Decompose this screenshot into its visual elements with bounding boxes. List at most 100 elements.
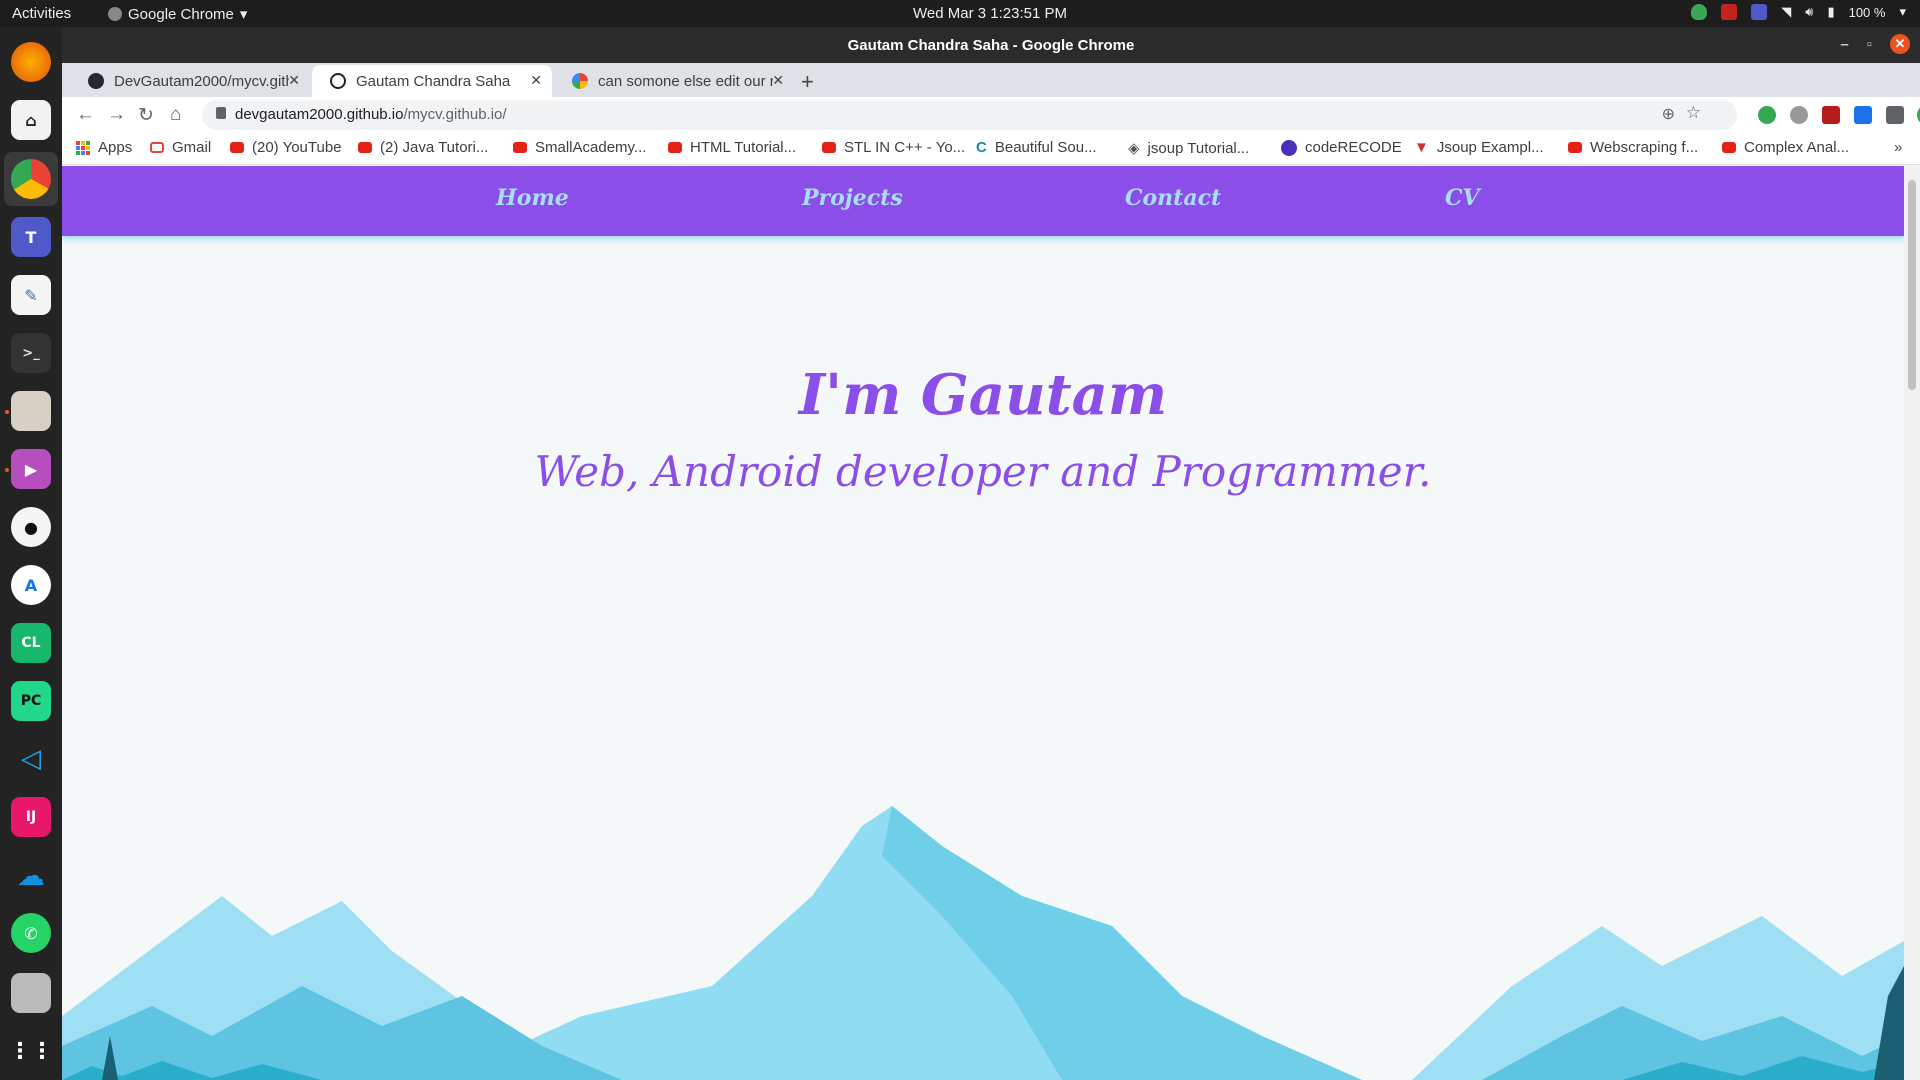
nav-cv[interactable]: CV [1445, 185, 1480, 211]
github-desktop-icon[interactable]: ● [11, 507, 51, 547]
url-text[interactable]: devgautam2000.github.io/mycv.github.io/ [235, 106, 507, 123]
video-player-icon[interactable]: ▶ [11, 449, 51, 489]
onedrive-icon[interactable]: ☁ [11, 855, 51, 895]
bookmark-webscraping[interactable]: Webscraping f... [1568, 139, 1698, 156]
bookmark-html-tutorial[interactable]: HTML Tutorial... [668, 139, 796, 156]
clock[interactable]: Wed Mar 3 1:23:51 PM [0, 5, 1920, 22]
home-icon[interactable]: ⌂ [170, 104, 181, 126]
teams-tray-icon[interactable] [1751, 4, 1768, 20]
chrome-icon[interactable] [11, 159, 51, 199]
gmail-icon [150, 142, 164, 153]
tab-gautam-chandra-saha[interactable]: Gautam Chandra Saha ✕ [312, 65, 552, 97]
intellij-icon[interactable]: IJ [11, 797, 51, 837]
bookmark-label: Jsoup Exampl... [1436, 139, 1544, 156]
extension-arrow-icon[interactable] [1854, 106, 1872, 124]
bookmark-coderecode[interactable]: codeRECODE [1281, 139, 1402, 156]
tab-google-search[interactable]: can somone else edit our repo ✕ [554, 65, 794, 97]
more-bookmarks-icon[interactable]: » [1894, 139, 1902, 156]
youtube-icon [358, 142, 372, 153]
vscode-icon[interactable]: ◁ [11, 739, 51, 779]
new-tab-icon[interactable]: + [801, 69, 814, 95]
lock-icon[interactable] [216, 107, 226, 119]
bookmark-label: HTML Tutorial... [690, 139, 797, 156]
extension-plus-icon[interactable] [1758, 106, 1776, 124]
back-icon[interactable]: ← [76, 104, 95, 126]
bookmark-label: codeRECODE [1305, 139, 1402, 156]
gmail-tray-icon[interactable] [1721, 4, 1738, 20]
youtube-icon [1568, 142, 1582, 153]
bookmark-apps[interactable]: Apps [76, 139, 132, 156]
android-studio-icon[interactable]: A [11, 565, 51, 605]
system-top-bar: Activities Google Chrome ▾ Wed Mar 3 1:2… [0, 0, 1920, 27]
github-icon [88, 73, 104, 89]
site-navbar: Home Projects Contact CV [62, 166, 1904, 236]
nav-projects[interactable]: Projects [802, 185, 903, 211]
youtube-icon [513, 142, 527, 153]
youtube-icon [822, 142, 836, 153]
ublock-icon[interactable] [1822, 106, 1840, 124]
reload-icon[interactable]: ↻ [138, 104, 154, 127]
teams-icon[interactable]: T [11, 217, 51, 257]
site-c-icon: C [976, 139, 987, 156]
bookmark-label: SmallAcademy... [535, 139, 647, 156]
shield-icon[interactable] [1691, 4, 1708, 20]
jsoup-icon: ◈ [1128, 140, 1140, 157]
extension-bug-icon[interactable] [1790, 106, 1808, 124]
tab-strip: DevGautam2000/mycv.github.io ✕ Gautam Ch… [62, 63, 1920, 97]
maximize-icon[interactable]: ▫ [1867, 36, 1872, 53]
extensions-puzzle-icon[interactable] [1886, 106, 1904, 124]
scrollbar-thumb[interactable] [1908, 180, 1916, 390]
bookmark-gmail[interactable]: Gmail [150, 139, 211, 156]
show-applications-icon[interactable]: ⋮⋮ [9, 1031, 53, 1071]
tab-close-icon[interactable]: ✕ [772, 72, 784, 89]
tab-close-icon[interactable]: ✕ [530, 72, 542, 89]
system-tray[interactable]: ◥ 🔊︎ ▮ 100 % ▾ [1691, 4, 1906, 20]
firefox-icon[interactable] [11, 42, 51, 82]
url-host: devgautam2000.github.io [235, 106, 404, 123]
page-viewport: Home Projects Contact CV I'm Gautam Web,… [62, 166, 1904, 1080]
ubuntu-software-icon[interactable]: ⌂ [11, 100, 51, 140]
nav-home[interactable]: Home [496, 185, 569, 211]
bookmark-label: jsoup Tutorial... [1147, 139, 1250, 157]
dock: ⌂ T ✎ >_ ▶ ● A CL PC ◁ IJ ☁ ✆ ⋮⋮ [0, 27, 62, 1080]
youtube-icon [230, 142, 244, 153]
bookmark-jsoup-tutorial[interactable]: ◈ jsoup Tutorial... [1128, 139, 1250, 158]
files-icon[interactable] [11, 391, 51, 431]
apps-grid-icon [76, 140, 90, 155]
bookmark-java-tutorial[interactable]: (2) Java Tutori... [358, 139, 488, 156]
text-editor-icon[interactable]: ✎ [11, 275, 51, 315]
page-scrollbar[interactable] [1904, 166, 1920, 1080]
tab-label: DevGautam2000/mycv.github.io [114, 72, 289, 90]
clion-icon[interactable]: CL [11, 623, 51, 663]
bookmarks-bar: Apps Gmail (20) YouTube (2) Java Tutori.… [62, 133, 1920, 165]
battery-icon[interactable]: ▮ [1827, 4, 1834, 20]
forward-icon[interactable]: → [107, 104, 126, 126]
minimize-icon[interactable]: – [1840, 36, 1848, 53]
triangle-icon: ▼ [1414, 139, 1429, 156]
power-menu-caret-icon[interactable]: ▾ [1899, 4, 1906, 20]
github-pages-icon [330, 73, 346, 89]
window-title-bar[interactable]: Gautam Chandra Saha - Google Chrome – ▫ … [62, 27, 1920, 63]
wifi-icon[interactable]: ◥ [1781, 4, 1791, 20]
terminal-icon[interactable]: >_ [11, 333, 51, 373]
tab-close-icon[interactable]: ✕ [288, 72, 300, 89]
bookmark-stl-cpp[interactable]: STL IN C++ - Yo... [822, 139, 965, 156]
address-bar[interactable]: devgautam2000.github.io/mycv.github.io/ … [202, 100, 1737, 130]
close-window-icon[interactable]: ✕ [1890, 34, 1910, 54]
pycharm-icon[interactable]: PC [11, 681, 51, 721]
sd-card-icon[interactable] [11, 973, 51, 1013]
tab-github-repo[interactable]: DevGautam2000/mycv.github.io ✕ [70, 65, 310, 97]
whatsapp-icon[interactable]: ✆ [11, 913, 51, 953]
bookmark-smallacademy[interactable]: SmallAcademy... [513, 139, 646, 156]
zoom-icon[interactable]: ⊕ [1662, 104, 1675, 124]
volume-icon[interactable]: 🔊︎ [1805, 4, 1813, 20]
bookmark-beautiful-soup[interactable]: C Beautiful Sou... [976, 139, 1097, 156]
bookmark-youtube[interactable]: (20) YouTube [230, 139, 342, 156]
nav-contact[interactable]: Contact [1125, 185, 1221, 211]
bookmark-jsoup-example[interactable]: ▼ Jsoup Exampl... [1414, 139, 1544, 156]
tab-label: can somone else edit our repo [598, 72, 773, 90]
battery-label: 100 % [1848, 4, 1886, 20]
bookmark-star-icon[interactable]: ☆ [1686, 103, 1701, 123]
bookmark-label: Webscraping f... [1590, 139, 1699, 156]
bookmark-complex-analysis[interactable]: Complex Anal... [1722, 139, 1849, 156]
